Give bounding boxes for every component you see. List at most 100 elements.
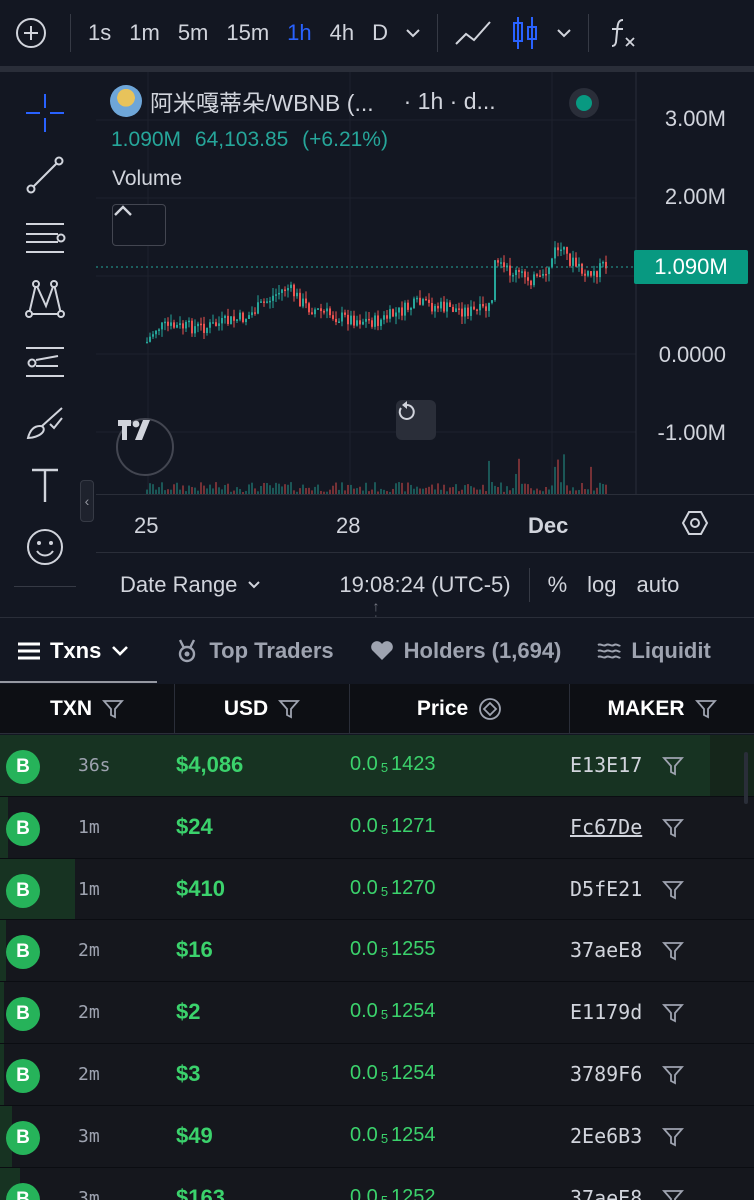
chart-settings-button[interactable] bbox=[681, 509, 709, 542]
tools-separator bbox=[14, 586, 76, 587]
filter-icon[interactable] bbox=[662, 1126, 684, 1148]
candle-body bbox=[407, 302, 409, 310]
pattern-tool[interactable] bbox=[22, 276, 68, 322]
table-row[interactable]: B 1m $24 0.0 5 1271 Fc67De bbox=[0, 796, 754, 859]
chevron-down-icon bbox=[111, 645, 129, 656]
tab-top-traders[interactable]: Top Traders bbox=[157, 618, 351, 683]
filter-icon[interactable] bbox=[662, 1188, 684, 1200]
chevron-down-icon[interactable] bbox=[247, 580, 261, 589]
text-tool[interactable] bbox=[22, 462, 68, 508]
top-toolbar: 1s 1m 5m 15m 1h 4h D bbox=[0, 0, 754, 66]
filter-icon[interactable] bbox=[102, 698, 124, 720]
trend-line-tool[interactable] bbox=[22, 152, 68, 198]
txn-maker[interactable]: Fc67De bbox=[570, 815, 642, 839]
buy-badge: B bbox=[6, 873, 40, 908]
price-zero-count: 5 bbox=[380, 1068, 389, 1084]
candle-body bbox=[560, 249, 562, 252]
indicator-label[interactable]: Volume bbox=[112, 167, 182, 191]
fib-tool[interactable] bbox=[22, 214, 68, 260]
collapse-toolbar-button[interactable]: ‹ bbox=[80, 480, 94, 522]
filter-icon[interactable] bbox=[662, 1002, 684, 1024]
emoji-tool[interactable] bbox=[22, 524, 68, 570]
table-row[interactable]: B 36s $4,086 0.0 5 1423 E13E17 bbox=[0, 735, 754, 797]
tradingview-logo[interactable] bbox=[116, 418, 174, 476]
table-row[interactable]: B 2m $16 0.0 5 1255 37aeE8 bbox=[0, 920, 754, 983]
txn-price: 0.0 5 1255 bbox=[350, 938, 436, 961]
timeframe-dropdown[interactable] bbox=[397, 0, 429, 66]
tab-txns[interactable]: Txns bbox=[0, 618, 158, 683]
timeframe-4h[interactable]: 4h bbox=[321, 0, 363, 66]
candle-body bbox=[572, 257, 574, 266]
candle-body bbox=[548, 267, 550, 275]
filter-icon[interactable] bbox=[662, 1064, 684, 1086]
tab-holders[interactable]: Holders (1,694) bbox=[352, 618, 580, 683]
market-status-indicator[interactable] bbox=[569, 88, 599, 118]
txn-age: 2m bbox=[78, 1063, 100, 1085]
symbol-name: 阿米嘎蒂朵/WBNB (... bbox=[150, 90, 374, 116]
filter-icon[interactable] bbox=[662, 817, 684, 839]
collapse-legend-button[interactable] bbox=[112, 204, 166, 246]
candle-body bbox=[233, 316, 235, 321]
brush-tool[interactable] bbox=[22, 400, 68, 446]
filter-icon[interactable] bbox=[694, 698, 717, 720]
timeframe-1h[interactable]: 1h bbox=[278, 0, 320, 66]
txn-maker[interactable]: 2Ee6B3 bbox=[570, 1124, 642, 1148]
timeframe-15m[interactable]: 15m bbox=[217, 0, 278, 66]
candle-body bbox=[488, 302, 490, 311]
candle-body bbox=[230, 316, 232, 324]
column-header-txn[interactable]: TXN bbox=[0, 684, 175, 734]
indicators-button[interactable] bbox=[597, 0, 647, 66]
candle-chart-type-button[interactable] bbox=[502, 0, 548, 66]
price-chart[interactable]: 阿米嘎蒂朵/WBNB (... · 1h · d... 1.090M 64,10… bbox=[96, 72, 754, 552]
volume-value: 64,103.85 bbox=[194, 128, 289, 151]
txn-maker[interactable]: 3789F6 bbox=[570, 1062, 642, 1086]
percent-scale-toggle[interactable]: % bbox=[548, 572, 568, 598]
table-row[interactable]: B 3m $163 0.051252 37aeE8 bbox=[0, 1167, 754, 1200]
volume-bar bbox=[545, 486, 547, 494]
filter-icon[interactable] bbox=[662, 940, 684, 962]
txn-maker[interactable]: E1179d bbox=[570, 1000, 642, 1024]
volume-bar bbox=[209, 484, 211, 494]
table-scrollbar[interactable] bbox=[744, 752, 748, 804]
table-row[interactable]: B 1m $410 0.0 5 1270 D5fE21 bbox=[0, 858, 754, 921]
drawing-toolbar bbox=[0, 72, 90, 617]
candle-body bbox=[152, 334, 154, 337]
filter-icon[interactable] bbox=[278, 698, 301, 720]
log-scale-toggle[interactable]: log bbox=[587, 572, 616, 598]
prediction-tool[interactable] bbox=[22, 338, 68, 384]
crosshair-tool[interactable] bbox=[22, 90, 68, 136]
column-header-price[interactable]: Price bbox=[350, 684, 570, 734]
chart-type-dropdown[interactable] bbox=[548, 0, 580, 66]
date-range-button[interactable]: Date Range bbox=[120, 572, 237, 598]
timeframe-d[interactable]: D bbox=[363, 0, 397, 66]
auto-scale-toggle[interactable]: auto bbox=[637, 572, 680, 598]
line-chart-type-button[interactable] bbox=[446, 0, 502, 66]
candle-body bbox=[497, 260, 499, 263]
filter-icon[interactable] bbox=[662, 879, 684, 901]
volume-bar bbox=[395, 483, 397, 494]
candle-body bbox=[245, 318, 247, 323]
column-header-usd[interactable]: USD bbox=[175, 684, 350, 734]
txn-maker[interactable]: E13E17 bbox=[570, 753, 642, 777]
table-row[interactable]: B 2m $2 0.0 5 1254 E1179d bbox=[0, 982, 754, 1044]
x-axis[interactable]: 25 28 Dec bbox=[96, 494, 754, 552]
timezone-clock[interactable]: 19:08:24 (UTC-5) bbox=[339, 572, 510, 598]
txn-maker[interactable]: 37aeE8 bbox=[570, 1186, 642, 1200]
txn-price: 0.0 5 1254 bbox=[350, 1124, 436, 1147]
reset-chart-button[interactable] bbox=[396, 400, 436, 440]
column-header-maker[interactable]: MAKER bbox=[570, 684, 754, 734]
txn-maker[interactable]: D5fE21 bbox=[570, 877, 642, 901]
filter-icon[interactable] bbox=[662, 755, 684, 777]
volume-bar bbox=[365, 482, 367, 494]
timeframe-1m[interactable]: 1m bbox=[120, 0, 169, 66]
volume-bar bbox=[452, 487, 454, 494]
timeframe-1s[interactable]: 1s bbox=[79, 0, 120, 66]
table-row[interactable]: B 3m $49 0.0 5 1254 2Ee6B3 bbox=[0, 1105, 754, 1168]
toggle-price-icon[interactable] bbox=[478, 697, 502, 721]
timeframe-5m[interactable]: 5m bbox=[169, 0, 218, 66]
tab-liquidity[interactable]: Liquidit bbox=[579, 618, 728, 683]
txn-maker[interactable]: 37aeE8 bbox=[570, 938, 642, 962]
symbol-legend[interactable]: 阿米嘎蒂朵/WBNB (... · 1h · d... bbox=[110, 84, 496, 118]
table-row[interactable]: B 2m $3 0.0 5 1254 3789F6 bbox=[0, 1043, 754, 1106]
add-symbol-button[interactable] bbox=[0, 0, 62, 66]
